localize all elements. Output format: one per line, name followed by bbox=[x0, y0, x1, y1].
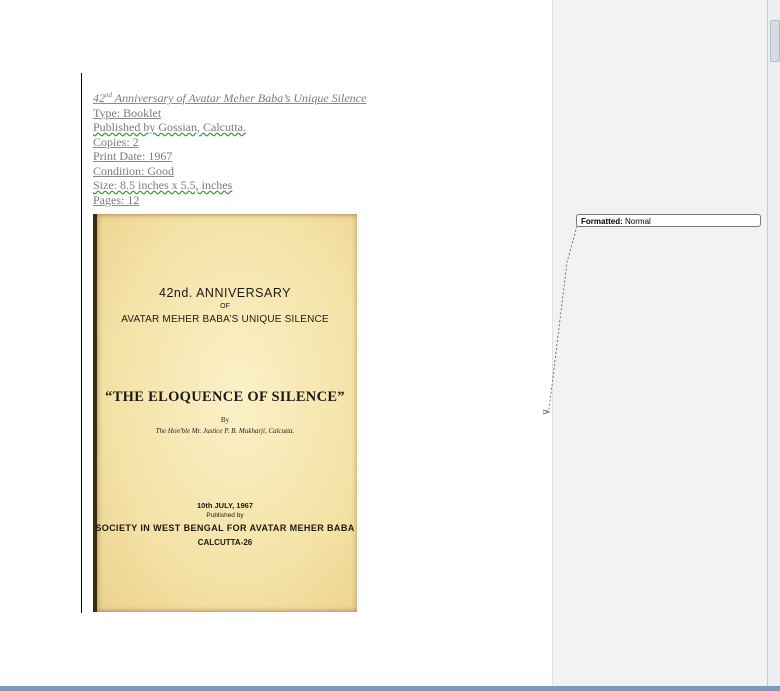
comment-connector-line bbox=[542, 225, 578, 415]
formatted-comment-balloon[interactable]: Formatted: Normal bbox=[576, 214, 761, 227]
scrollbar-thumb[interactable] bbox=[770, 20, 780, 62]
window-bottom-border bbox=[0, 686, 780, 691]
balloon-label: Formatted: bbox=[581, 217, 623, 226]
vertical-scrollbar[interactable] bbox=[767, 0, 780, 686]
balloon-value: Normal bbox=[625, 217, 651, 226]
